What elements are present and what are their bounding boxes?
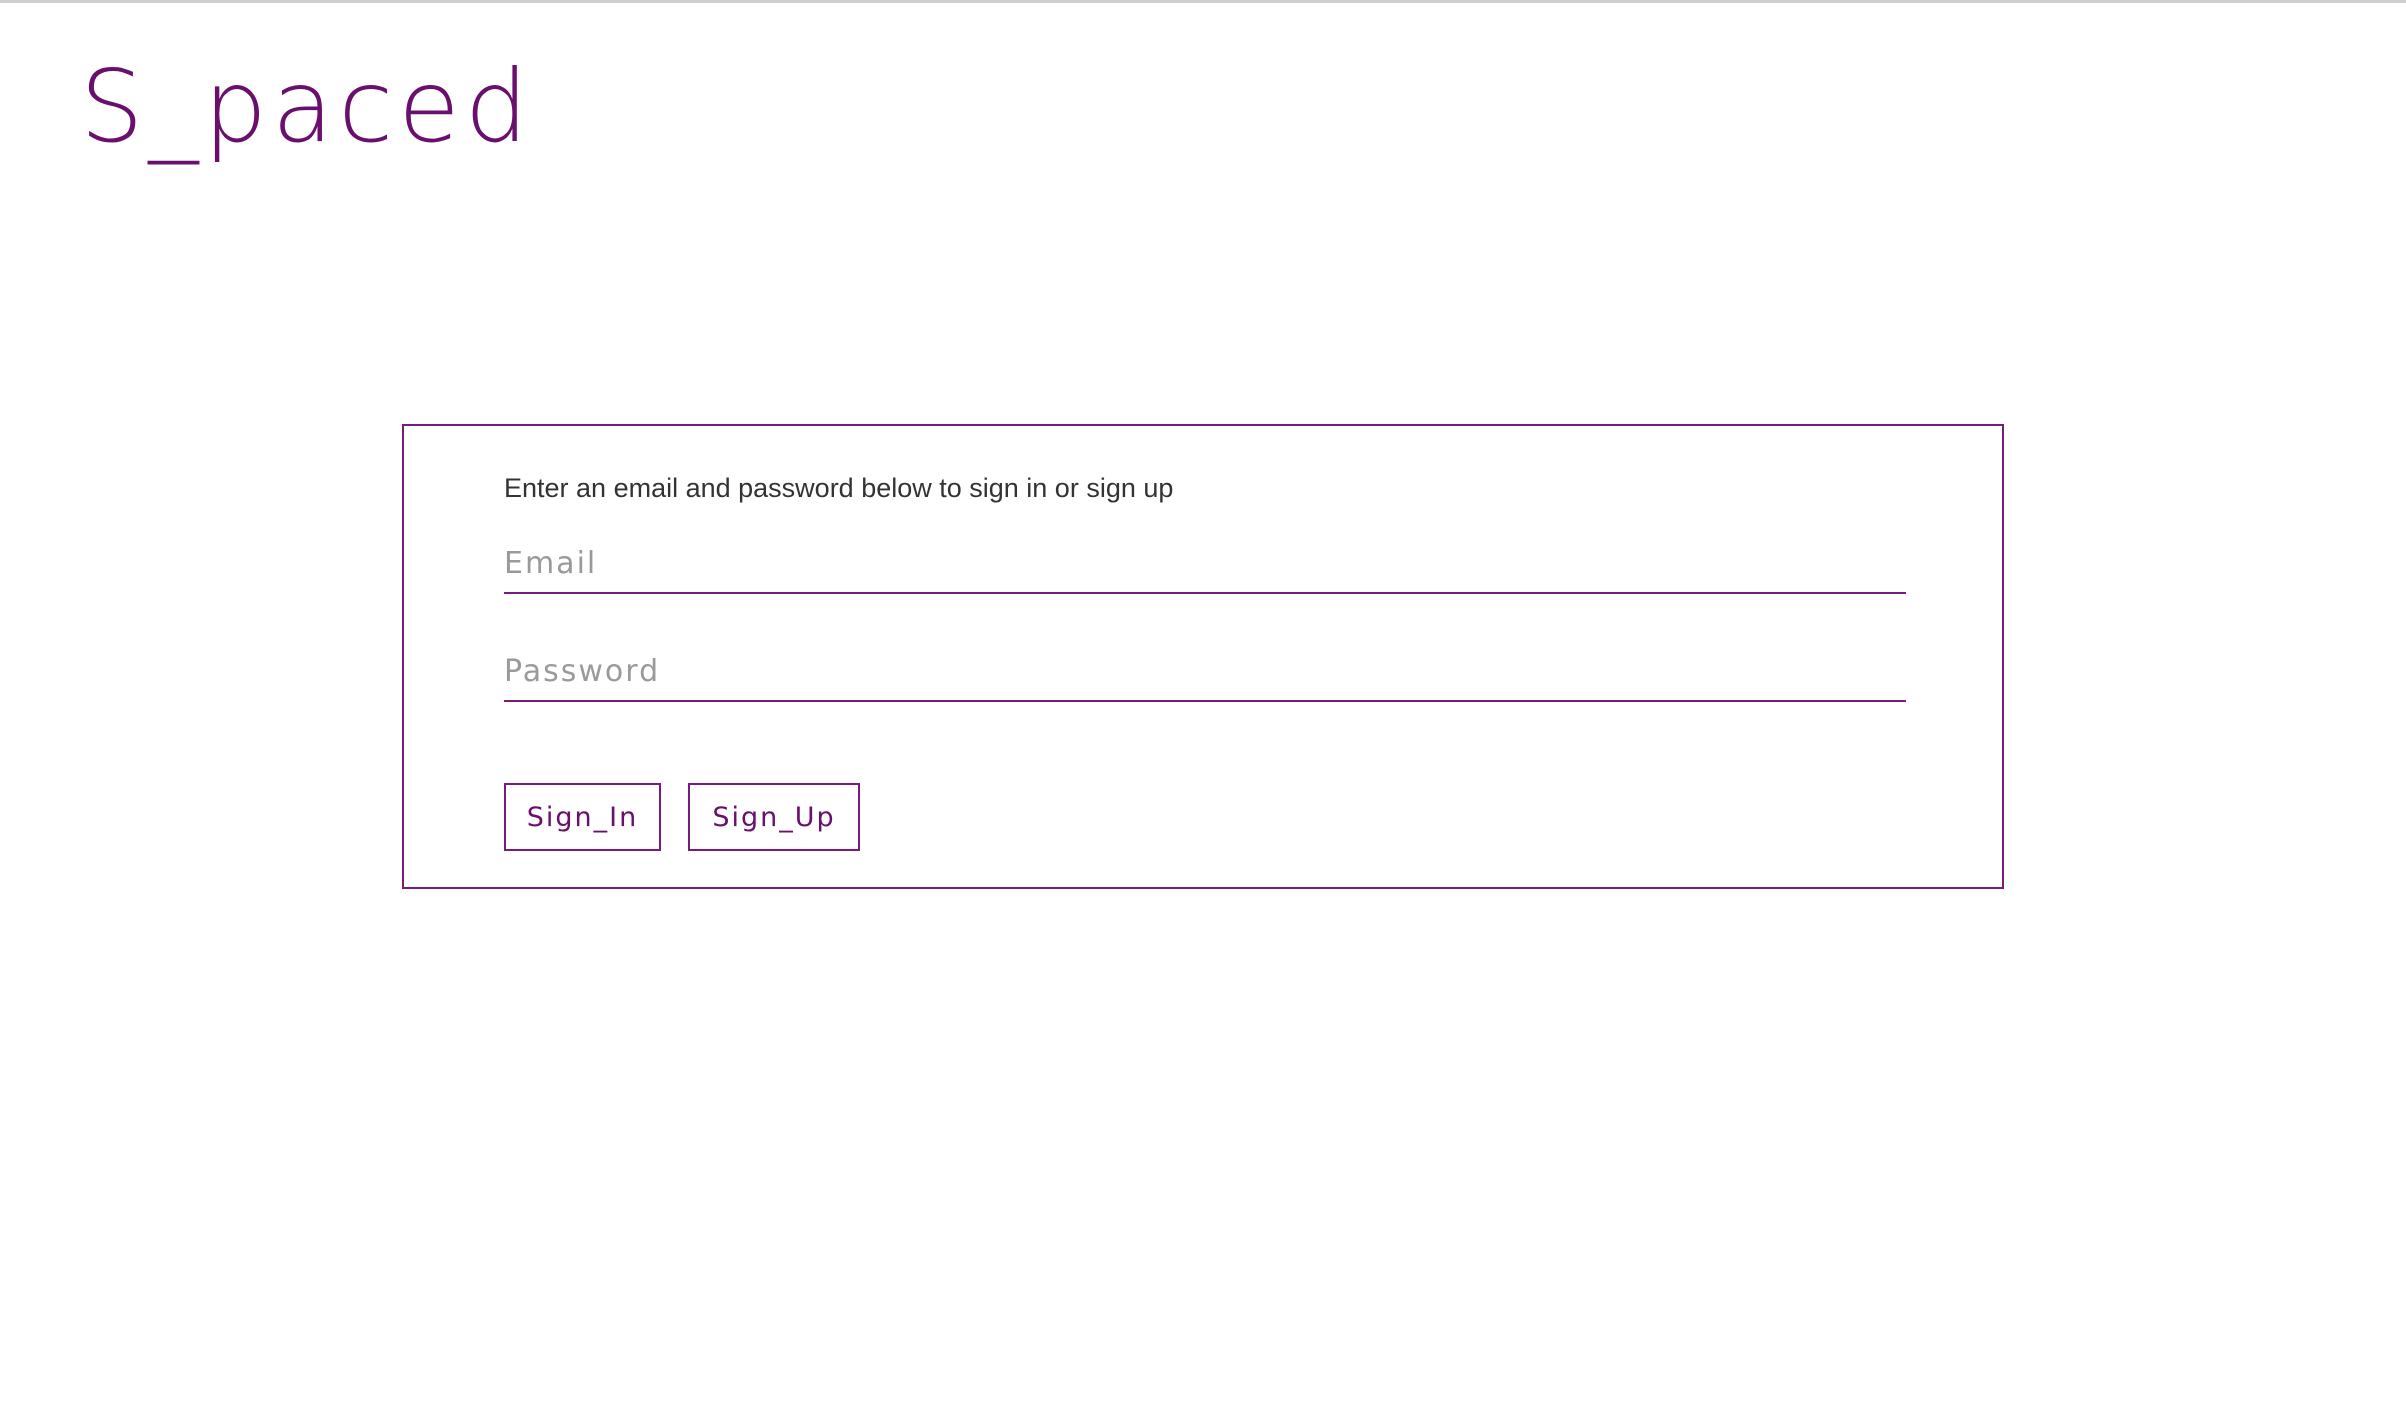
top-divider (0, 0, 2406, 3)
password-field[interactable] (504, 642, 1906, 702)
sign-in-button[interactable]: Sign_In (504, 783, 661, 851)
app-logo: S_paced (80, 48, 534, 165)
auth-card: Enter an email and password below to sig… (402, 424, 2004, 889)
sign-up-button[interactable]: Sign_Up (688, 783, 860, 851)
auth-instruction: Enter an email and password below to sig… (504, 473, 1174, 503)
email-field[interactable] (504, 534, 1906, 594)
